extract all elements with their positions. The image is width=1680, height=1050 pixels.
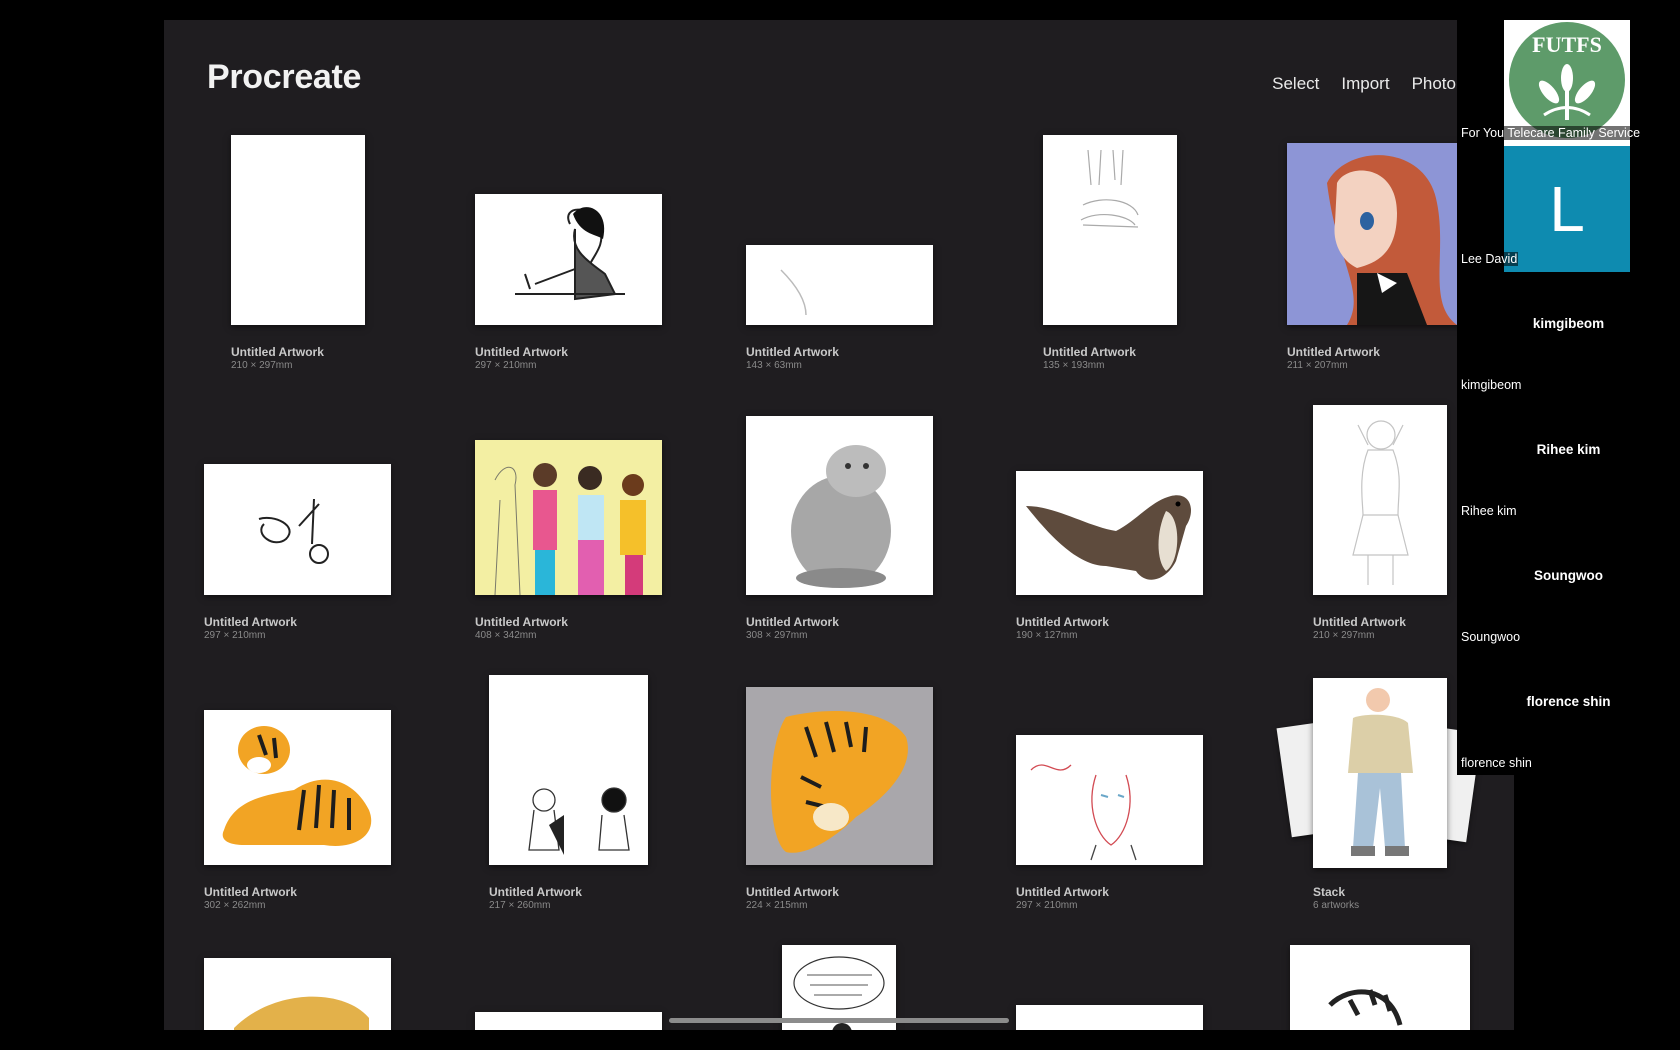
participant-center-name: Soungwoo [1534, 568, 1603, 583]
artwork-thumbnail-four-girls[interactable] [475, 440, 662, 595]
artwork-dimensions: 210 × 297mm [231, 360, 293, 371]
stack-title: Stack [1313, 885, 1346, 899]
artwork-thumbnail-tiger-partial[interactable] [204, 958, 391, 1030]
app-title: Procreate [207, 58, 362, 96]
participant-name: kimgibeom [1460, 378, 1523, 392]
artwork-dimensions: 297 × 210mm [1016, 900, 1078, 911]
artwork-dimensions: 297 × 210mm [475, 360, 537, 371]
top-actions: Select Import Photo [1272, 74, 1456, 94]
artwork-dimensions: 297 × 210mm [204, 630, 266, 641]
participant-name: Rihee kim [1460, 504, 1518, 518]
artwork-dimensions: 190 × 127mm [1016, 630, 1078, 641]
artwork-thumbnail-figure-sketch[interactable] [1313, 405, 1447, 595]
participant-name: Soungwoo [1460, 630, 1522, 644]
artwork-thumbnail-kids-sketch[interactable] [489, 675, 648, 865]
select-button[interactable]: Select [1272, 74, 1319, 94]
artwork-thumbnail-ink-doodle[interactable] [204, 464, 391, 595]
participant-tile[interactable]: Soungwoo Soungwoo [1457, 524, 1680, 650]
participants-panel: FUTFS For You Telecare Family Service L … [1457, 20, 1680, 775]
artwork-title: Untitled Artwork [204, 615, 297, 629]
photo-button[interactable]: Photo [1412, 74, 1456, 94]
participant-tile[interactable]: L Lee David [1457, 146, 1680, 272]
artwork-dimensions: 143 × 63mm [746, 360, 802, 371]
participant-tile[interactable]: Rihee kim Rihee kim [1457, 398, 1680, 524]
participant-name: florence shin [1460, 756, 1533, 770]
artwork-dimensions: 210 × 297mm [1313, 630, 1375, 641]
participant-center-name: florence shin [1526, 694, 1611, 709]
artwork-dimensions: 211 × 207mm [1287, 360, 1348, 371]
artwork-thumbnail-blank[interactable] [1016, 1005, 1203, 1030]
artwork-thumbnail-girl-writing[interactable] [475, 194, 662, 325]
svg-text:FUTFS: FUTFS [1532, 32, 1602, 57]
artwork-dimensions: 408 × 342mm [475, 630, 537, 641]
artwork-title: Untitled Artwork [1016, 885, 1109, 899]
artwork-thumbnail-pallas-cat[interactable] [746, 416, 933, 595]
artwork-thumbnail-crouching-tiger[interactable] [746, 687, 933, 865]
artwork-dimensions: 217 × 260mm [489, 900, 551, 911]
ipad-screen-share: Procreate Select Import Photo Untitled A… [164, 20, 1514, 1030]
artwork-thumbnail-lying-tiger[interactable] [204, 710, 391, 865]
import-button[interactable]: Import [1341, 74, 1389, 94]
artwork-thumbnail-legs-sketch[interactable] [1043, 135, 1177, 325]
artwork-title: Untitled Artwork [1016, 615, 1109, 629]
participant-name: For You Telecare Family Service [1460, 126, 1642, 140]
avatar: L [1504, 146, 1630, 272]
artwork-thumbnail-stroke[interactable] [746, 245, 933, 325]
artwork-title: Untitled Artwork [746, 615, 839, 629]
participant-name: Lee David [1460, 252, 1519, 266]
participant-tile[interactable]: florence shin florence shin [1457, 650, 1680, 776]
artwork-title: Untitled Artwork [746, 345, 839, 359]
participant-tile[interactable]: FUTFS For You Telecare Family Service [1457, 20, 1680, 146]
artwork-thumbnail-girl-red-lines[interactable] [1016, 735, 1203, 865]
artwork-title: Untitled Artwork [1043, 345, 1136, 359]
artwork-dimensions: 135 × 193mm [1043, 360, 1105, 371]
artwork-thumbnail-anime-girl[interactable] [1287, 143, 1467, 325]
artwork-title: Untitled Artwork [746, 885, 839, 899]
artwork-title: Untitled Artwork [489, 885, 582, 899]
artwork-dimensions: 308 × 297mm [746, 630, 808, 641]
artwork-thumbnail-striped-tail[interactable] [1290, 945, 1470, 1030]
participant-tile[interactable]: kimgibeom kimgibeom [1457, 272, 1680, 398]
artwork-thumbnail-blank[interactable] [231, 135, 365, 325]
home-indicator[interactable] [669, 1018, 1009, 1023]
stack-count: 6 artworks [1313, 900, 1360, 911]
artwork-title: Untitled Artwork [475, 615, 568, 629]
participant-center-name: Rihee kim [1536, 442, 1601, 457]
artwork-title: Untitled Artwork [475, 345, 568, 359]
participant-center-name: kimgibeom [1532, 316, 1605, 331]
artwork-title: Untitled Artwork [1313, 615, 1406, 629]
artwork-thumbnail-boy-standing[interactable] [1313, 678, 1447, 868]
artwork-title: Untitled Artwork [1287, 345, 1380, 359]
artwork-title: Untitled Artwork [231, 345, 324, 359]
artwork-thumbnail-blank[interactable] [475, 1012, 662, 1030]
artwork-thumbnail-otter[interactable] [1016, 471, 1203, 595]
artwork-dimensions: 302 × 262mm [204, 900, 266, 911]
artwork-dimensions: 224 × 215mm [746, 900, 808, 911]
artwork-title: Untitled Artwork [204, 885, 297, 899]
